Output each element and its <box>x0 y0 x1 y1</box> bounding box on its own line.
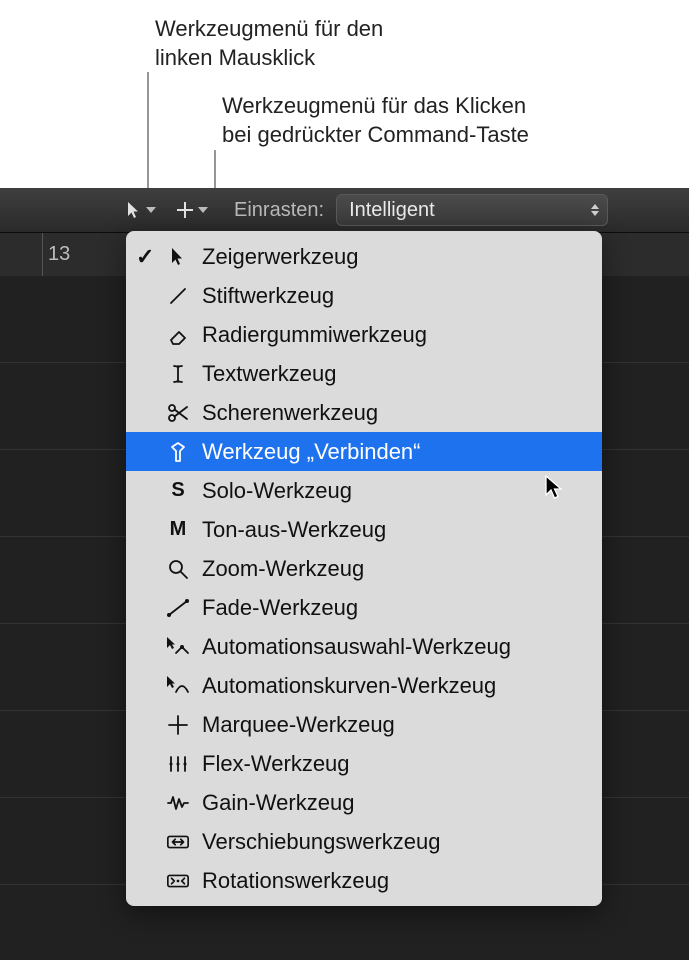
menu-item-eraser[interactable]: Radiergummiwerkzeug <box>126 315 602 354</box>
check-mark: ✓ <box>136 244 154 270</box>
automation-curve-icon <box>166 674 190 698</box>
scissors-icon <box>166 401 190 425</box>
snap-mode-value: Intelligent <box>349 199 435 222</box>
updown-icon <box>591 204 599 216</box>
callout-cmd-tool-menu: Werkzeugmenü für das Klicken bei gedrück… <box>222 92 529 149</box>
menu-item-move[interactable]: Verschiebungswerkzeug <box>126 822 602 861</box>
pointer-icon <box>126 201 142 219</box>
flex-icon <box>166 752 190 776</box>
menu-item-letter-m[interactable]: M Ton-aus-Werkzeug <box>126 510 602 549</box>
menu-item-fade[interactable]: Fade-Werkzeug <box>126 588 602 627</box>
cmd-click-tool-dropdown[interactable] <box>170 196 214 224</box>
menu-item-pointer[interactable]: ✓ Zeigerwerkzeug <box>126 237 602 276</box>
callout-leader <box>147 72 149 198</box>
text-cursor-icon <box>166 362 190 386</box>
menu-item-label: Solo-Werkzeug <box>202 478 588 504</box>
snap-mode-select[interactable]: Intelligent <box>336 194 608 226</box>
menu-item-magnifier[interactable]: Zoom-Werkzeug <box>126 549 602 588</box>
crosshair-icon <box>176 201 194 219</box>
automation-sel-icon <box>166 635 190 659</box>
rotate-icon <box>166 869 190 893</box>
menu-item-scissors[interactable]: Scherenwerkzeug <box>126 393 602 432</box>
menu-item-label: Textwerkzeug <box>202 361 588 387</box>
menu-item-label: Zeigerwerkzeug <box>202 244 588 270</box>
menu-item-label: Fade-Werkzeug <box>202 595 588 621</box>
eraser-icon <box>166 323 190 347</box>
chevron-down-icon <box>198 207 208 213</box>
ruler-tick: 13 <box>42 233 43 277</box>
pointer-icon <box>166 245 190 269</box>
menu-item-label: Ton-aus-Werkzeug <box>202 517 588 543</box>
snap-label: Einrasten: <box>234 199 324 222</box>
letter-s-icon: S <box>166 479 190 503</box>
menu-item-pencil[interactable]: Stiftwerkzeug <box>126 276 602 315</box>
menu-item-text-cursor[interactable]: Textwerkzeug <box>126 354 602 393</box>
gain-icon <box>166 791 190 815</box>
toolbar: Einrasten: Intelligent <box>0 188 689 232</box>
menu-item-label: Automationskurven-Werkzeug <box>202 673 588 699</box>
tool-menu-popup: ✓ Zeigerwerkzeug Stiftwerkzeug Radiergummiw… <box>126 231 602 906</box>
menu-item-label: Stiftwerkzeug <box>202 283 588 309</box>
menu-item-label: Flex-Werkzeug <box>202 751 588 777</box>
menu-item-label: Automationsauswahl-Werkzeug <box>202 634 588 660</box>
magnifier-icon <box>166 557 190 581</box>
menu-item-label: Gain-Werkzeug <box>202 790 588 816</box>
menu-item-label: Scherenwerkzeug <box>202 400 588 426</box>
menu-item-label: Verschiebungswerkzeug <box>202 829 588 855</box>
menu-item-flex[interactable]: Flex-Werkzeug <box>126 744 602 783</box>
menu-item-automation-curve[interactable]: Automationskurven-Werkzeug <box>126 666 602 705</box>
move-icon <box>166 830 190 854</box>
letter-m-icon: M <box>166 518 190 542</box>
menu-item-label: Radiergummiwerkzeug <box>202 322 588 348</box>
pencil-icon <box>166 284 190 308</box>
fade-icon <box>166 596 190 620</box>
glue-icon <box>166 440 190 464</box>
menu-item-rotate[interactable]: Rotationswerkzeug <box>126 861 602 900</box>
menu-item-gain[interactable]: Gain-Werkzeug <box>126 783 602 822</box>
menu-item-marquee[interactable]: Marquee-Werkzeug <box>126 705 602 744</box>
menu-item-label: Werkzeug „Verbinden“ <box>202 439 588 465</box>
menu-item-glue[interactable]: Werkzeug „Verbinden“ <box>126 432 602 471</box>
chevron-down-icon <box>146 207 156 213</box>
menu-item-automation-sel[interactable]: Automationsauswahl-Werkzeug <box>126 627 602 666</box>
ruler-number: 13 <box>48 243 70 266</box>
menu-item-label: Zoom-Werkzeug <box>202 556 588 582</box>
menu-item-letter-s[interactable]: S Solo-Werkzeug <box>126 471 602 510</box>
menu-item-label: Marquee-Werkzeug <box>202 712 588 738</box>
callout-left-tool-menu: Werkzeugmenü für den linken Mausklick <box>155 15 383 72</box>
left-click-tool-dropdown[interactable] <box>120 196 162 224</box>
menu-item-label: Rotationswerkzeug <box>202 868 588 894</box>
marquee-icon <box>166 713 190 737</box>
